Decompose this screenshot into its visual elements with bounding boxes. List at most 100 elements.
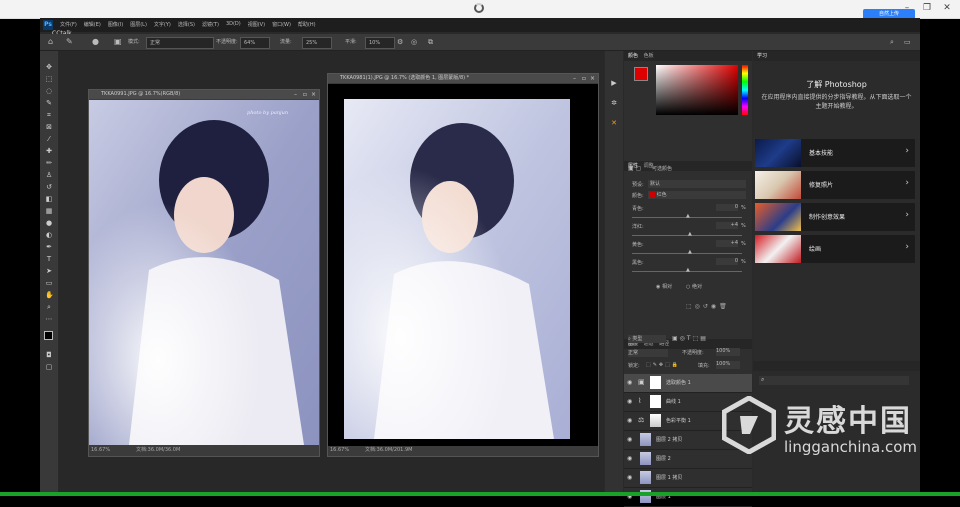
screen-mode-icon[interactable]: ▢ (45, 363, 53, 371)
magenta-slider[interactable] (632, 235, 742, 236)
visibility-eye-icon[interactable]: ◉ (627, 379, 632, 386)
color-picker-field[interactable] (656, 65, 738, 115)
menu-layer[interactable]: 图层(L) (130, 21, 147, 28)
menu-window[interactable]: 窗口(W) (272, 21, 291, 28)
tab-swatches[interactable]: 色板 (644, 53, 654, 59)
pressure-icon[interactable]: ◎ (411, 37, 417, 47)
layer-filter-icons[interactable]: ▣◎T⬚▤ (672, 335, 708, 342)
magenta-input[interactable]: +4 (716, 222, 738, 229)
settings-icon[interactable]: ⚙ (397, 37, 403, 47)
secondary-panel-search[interactable]: ⌕ (759, 376, 909, 385)
learn-card-basic-skills[interactable]: 基本技能 › (755, 139, 915, 167)
visibility-eye-icon[interactable]: ◉ (627, 436, 632, 443)
document-1-image[interactable]: photo by panjun (89, 100, 319, 445)
document-window-2[interactable]: TKKA0981(1).JPG @ 16.7% (选取颜色 1, 图层蒙版/8)… (327, 73, 599, 457)
layer-mask-thumbnail[interactable] (650, 376, 661, 389)
dodge-tool-icon[interactable]: ◐ (45, 231, 53, 239)
doc1-minimize-icon[interactable]: – (294, 90, 297, 99)
black-slider-thumb[interactable]: ▲ (686, 267, 690, 273)
frame-tool-icon[interactable]: ⊠ (45, 123, 53, 131)
path-select-tool-icon[interactable]: ➤ (45, 267, 53, 275)
flow-input[interactable]: 25% (302, 37, 332, 49)
move-tool-icon[interactable]: ✥ (45, 63, 53, 71)
layer-row[interactable]: ◉ ▣ 选取颜色 1 (624, 374, 752, 393)
menu-filter[interactable]: 滤镜(T) (202, 21, 219, 28)
crop-tool-icon[interactable]: ⌗ (45, 111, 53, 119)
restore-icon[interactable]: ❐ (920, 2, 934, 14)
eraser-tool-icon[interactable]: ◧ (45, 195, 53, 203)
workspace-icon[interactable]: ▭ (904, 37, 911, 47)
document-window-1[interactable]: TKKA0991.JPG @ 16.7%(RGB/8) – ▫ × photo … (88, 89, 320, 457)
layer-row[interactable]: ◉ 图层 1 拷贝 (624, 469, 752, 488)
foreground-color-chip[interactable] (44, 331, 53, 340)
pen-tool-icon[interactable]: ✒ (45, 243, 53, 251)
tab-learn[interactable]: 学习 (757, 53, 767, 59)
search-icon[interactable]: ⌕ (890, 37, 894, 47)
doc1-zoom[interactable]: 16.67% (91, 447, 110, 453)
tools-panel-icon[interactable]: ✕ (610, 119, 618, 127)
symmetry-icon[interactable]: ⧉ (428, 37, 433, 47)
menu-edit[interactable]: 编辑(E) (84, 21, 101, 28)
visibility-eye-icon[interactable]: ◉ (627, 474, 632, 481)
visibility-eye-icon[interactable]: ◉ (627, 455, 632, 462)
opacity-input[interactable]: 64% (240, 37, 270, 49)
shape-tool-icon[interactable]: ▭ (45, 279, 53, 287)
colors-select[interactable]: 红色 (648, 191, 746, 199)
menu-file[interactable]: 文件(F) (60, 21, 77, 28)
yellow-slider-thumb[interactable]: ▲ (688, 249, 692, 255)
visibility-eye-icon[interactable]: ◉ (627, 417, 632, 424)
brush-tool-icon[interactable]: ✏ (45, 159, 53, 167)
brush-panel-icon[interactable]: ▣ (114, 37, 122, 47)
preset-select[interactable]: 默认 (648, 180, 746, 188)
more-tools-icon[interactable]: ⋯ (45, 315, 53, 323)
learn-card-painting[interactable]: 绘画 › (755, 235, 915, 263)
healing-tool-icon[interactable]: ✚ (45, 147, 53, 155)
gradient-tool-icon[interactable]: ▦ (45, 207, 53, 215)
doc1-close-icon[interactable]: × (311, 90, 316, 99)
foreground-color-swatch[interactable] (634, 67, 648, 81)
doc2-minimize-icon[interactable]: – (573, 74, 576, 83)
close-icon[interactable]: ✕ (940, 2, 954, 14)
menu-type[interactable]: 文字(Y) (154, 21, 171, 28)
visibility-eye-icon[interactable]: ◉ (627, 398, 632, 405)
doc2-close-icon[interactable]: × (590, 74, 595, 83)
tab-color[interactable]: 颜色 (628, 53, 638, 59)
document-tab-1[interactable]: TKKA0991.JPG @ 16.7%(RGB/8) – ▫ × (89, 90, 319, 99)
zoom-tool-icon[interactable]: ⌕ (45, 303, 53, 311)
properties-footer-icons[interactable]: ⬚◎↺◉🗑 (686, 303, 730, 310)
fill-input[interactable]: 100% (716, 361, 740, 369)
menu-3d[interactable]: 3D(D) (226, 21, 241, 28)
absolute-radio[interactable]: ○ 绝对 (686, 283, 702, 290)
adjust-panel-icon[interactable]: ✲ (610, 99, 618, 107)
minimize-icon[interactable]: – (900, 2, 914, 14)
layer-opacity-input[interactable]: 100% (716, 348, 740, 356)
brush-tool-icon[interactable]: ✎ (66, 37, 73, 47)
lasso-tool-icon[interactable]: ◌ (45, 87, 53, 95)
layer-filter-select[interactable]: ⌕ 类型 (628, 335, 666, 343)
menu-help[interactable]: 帮助(H) (298, 21, 316, 28)
yellow-input[interactable]: +4 (716, 240, 738, 247)
marquee-tool-icon[interactable]: ⬚ (45, 75, 53, 83)
history-brush-tool-icon[interactable]: ↺ (45, 183, 53, 191)
menu-view[interactable]: 视图(V) (248, 21, 265, 28)
eyedropper-tool-icon[interactable]: ⁄ (45, 135, 53, 143)
learn-card-creative-effects[interactable]: 制作创意效果 › (755, 203, 915, 231)
quick-mask-icon[interactable]: ◘ (45, 351, 53, 359)
relative-radio[interactable]: ◉ 相对 (656, 283, 672, 290)
magenta-slider-thumb[interactable]: ▲ (688, 231, 692, 237)
type-tool-icon[interactable]: T (45, 255, 53, 263)
smoothing-input[interactable]: 10% (365, 37, 395, 49)
doc2-zoom[interactable]: 16.67% (330, 447, 349, 453)
brush-preset-icon[interactable]: ● (92, 37, 99, 47)
document-2-image[interactable] (344, 99, 570, 439)
learn-card-fix-photo[interactable]: 修复照片 › (755, 171, 915, 199)
doc1-maximize-icon[interactable]: ▫ (303, 90, 307, 99)
hand-tool-icon[interactable]: ✋ (45, 291, 54, 299)
lock-icons[interactable]: ⬚✎✥⬚🔒 (646, 362, 680, 368)
blur-tool-icon[interactable]: ● (45, 219, 53, 227)
document-tab-2[interactable]: TKKA0981(1).JPG @ 16.7% (选取颜色 1, 图层蒙版/8)… (328, 74, 598, 83)
doc2-maximize-icon[interactable]: ▫ (582, 74, 586, 83)
home-icon[interactable]: ⌂ (48, 37, 53, 47)
history-panel-icon[interactable]: ▶ (610, 79, 618, 87)
cyan-slider-thumb[interactable]: ▲ (686, 213, 690, 219)
